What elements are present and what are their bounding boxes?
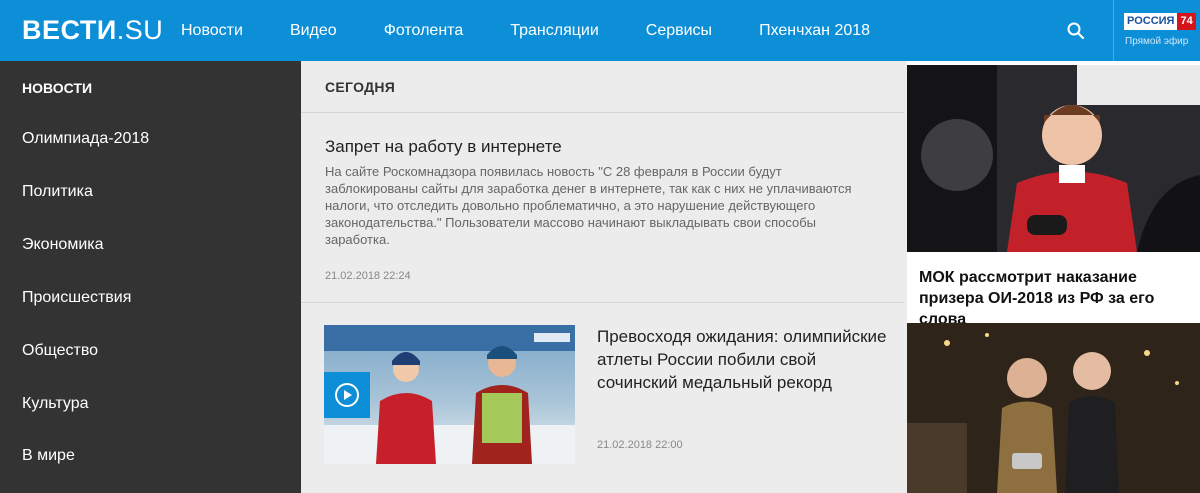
sidebar-item-olympics[interactable]: Олимпиада-2018 bbox=[22, 130, 149, 148]
article-title[interactable]: Запрет на работу в интернете bbox=[325, 137, 885, 157]
sidebar-item-society[interactable]: Общество bbox=[22, 342, 98, 360]
site-logo[interactable]: ВЕСТИ.SU bbox=[22, 15, 163, 45]
section-title: СЕГОДНЯ bbox=[325, 79, 396, 95]
article-date: 21.02.2018 22:24 bbox=[325, 270, 411, 282]
video-article-title[interactable]: Превосходя ожидания: олимпийские атлеты … bbox=[597, 325, 887, 394]
featured-title[interactable]: МОК рассмотрит наказание призера ОИ-2018… bbox=[919, 267, 1194, 330]
sidebar-item-culture[interactable]: Культура bbox=[22, 395, 89, 413]
video-article-date: 21.02.2018 22:00 bbox=[597, 439, 683, 451]
nav-item-news[interactable]: Новости bbox=[181, 22, 243, 40]
sidebar-item-economy[interactable]: Экономика bbox=[22, 236, 104, 254]
video-thumbnail[interactable] bbox=[324, 325, 575, 464]
nav-item-pyeongchang[interactable]: Пхенчхан 2018 bbox=[759, 22, 870, 40]
nav-item-photos[interactable]: Фотолента bbox=[384, 22, 464, 40]
sidebar-item-news[interactable]: НОВОСТИ bbox=[22, 80, 92, 96]
sidebar-item-world[interactable]: В мире bbox=[22, 447, 75, 465]
play-icon[interactable] bbox=[324, 372, 370, 418]
nav-item-services[interactable]: Сервисы bbox=[646, 22, 712, 40]
featured-photo-2[interactable] bbox=[907, 323, 1200, 493]
search-icon[interactable] bbox=[1066, 21, 1086, 41]
article-lead: На сайте Роскомнадзора появилась новость… bbox=[325, 164, 852, 247]
channel-logo[interactable]: РОССИЯ 74 bbox=[1124, 13, 1196, 30]
featured-column: МОК рассмотрит наказание призера ОИ-2018… bbox=[907, 61, 1200, 493]
header-divider bbox=[1113, 0, 1114, 61]
nav-item-video[interactable]: Видео bbox=[290, 22, 337, 40]
article-divider bbox=[301, 302, 904, 303]
live-stream-link[interactable]: Прямой эфир bbox=[1125, 36, 1188, 47]
main-nav: Новости Видео Фотолента Трансляции Серви… bbox=[181, 0, 917, 61]
logo-text-domain: .SU bbox=[116, 15, 164, 45]
section-divider bbox=[301, 112, 904, 113]
sidebar-item-politics[interactable]: Политика bbox=[22, 183, 93, 201]
site-header: ВЕСТИ.SU Новости Видео Фотолента Трансля… bbox=[0, 0, 1200, 61]
featured-photo[interactable] bbox=[907, 65, 1200, 252]
channel-name: РОССИЯ bbox=[1124, 13, 1178, 30]
channel-number: 74 bbox=[1177, 13, 1196, 30]
logo-text-bold: ВЕСТИ bbox=[22, 15, 117, 45]
sidebar-item-incidents[interactable]: Происшествия bbox=[22, 289, 131, 307]
news-feed: СЕГОДНЯ Запрет на работу в интернете На … bbox=[301, 61, 907, 493]
nav-item-broadcasts[interactable]: Трансляции bbox=[510, 22, 599, 40]
sidebar: НОВОСТИ Олимпиада-2018 Политика Экономик… bbox=[0, 61, 301, 493]
